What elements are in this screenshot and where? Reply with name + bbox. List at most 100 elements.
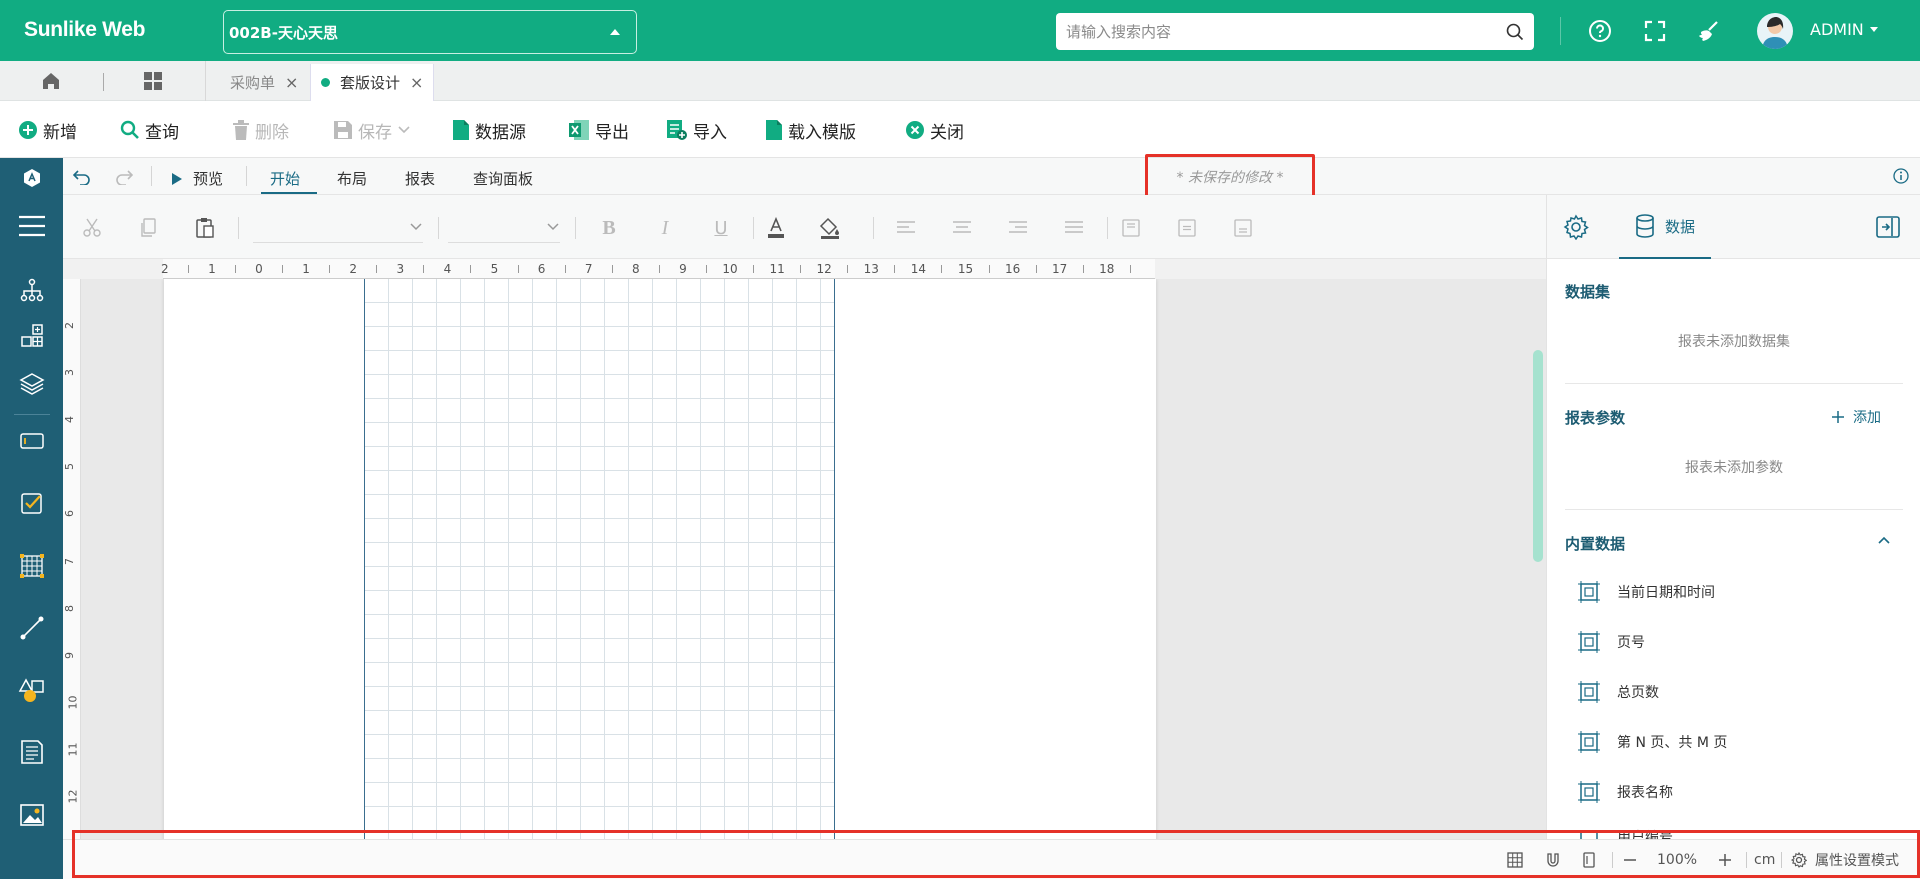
redo-icon[interactable] bbox=[115, 167, 133, 185]
ruler-tick bbox=[658, 265, 660, 273]
table-icon[interactable] bbox=[0, 546, 63, 586]
tab-start[interactable]: 开始 bbox=[270, 168, 300, 189]
font-color-icon[interactable] bbox=[764, 217, 788, 239]
search-box[interactable] bbox=[1056, 13, 1534, 50]
align-left-icon[interactable] bbox=[894, 217, 918, 239]
plus-icon bbox=[1832, 411, 1844, 423]
panel-tabs: 数据 bbox=[1547, 195, 1920, 259]
user-menu[interactable]: ADMIN bbox=[1810, 20, 1878, 39]
design-canvas[interactable] bbox=[81, 279, 1546, 839]
fullscreen-icon[interactable] bbox=[1640, 16, 1670, 46]
builtin-item[interactable]: 报表名称 bbox=[1577, 779, 1673, 805]
builtin-item[interactable]: 总页数 bbox=[1577, 679, 1659, 705]
chevron-up-icon[interactable] bbox=[1877, 535, 1891, 545]
align-justify-icon[interactable] bbox=[1062, 217, 1086, 239]
copy-icon[interactable] bbox=[136, 217, 160, 239]
ruler-tick bbox=[329, 265, 331, 273]
tab-purchase-order[interactable]: 采购单 × bbox=[220, 64, 308, 101]
layers-icon[interactable] bbox=[0, 364, 63, 404]
undo-icon[interactable] bbox=[73, 167, 91, 185]
builtin-item[interactable]: 第 N 页、共 M 页 bbox=[1577, 729, 1727, 755]
vertical-scrollbar[interactable] bbox=[1533, 350, 1543, 562]
builtin-item[interactable]: 页号 bbox=[1577, 629, 1645, 655]
import-button[interactable]: 导入 bbox=[666, 117, 727, 143]
shapes-icon[interactable] bbox=[0, 670, 63, 710]
menu-icon[interactable] bbox=[0, 206, 63, 246]
search-input[interactable] bbox=[1066, 22, 1486, 41]
apps-grid-icon[interactable] bbox=[130, 61, 176, 101]
ruler-label: 3 bbox=[63, 369, 76, 377]
builtin-item[interactable]: 当前日期和时间 bbox=[1577, 579, 1715, 605]
avatar[interactable] bbox=[1757, 13, 1793, 49]
document-icon bbox=[766, 120, 782, 140]
company-selector[interactable]: 002B-天心天思 bbox=[223, 10, 637, 54]
font-family-select[interactable] bbox=[253, 211, 423, 243]
ruler-tick bbox=[470, 265, 472, 273]
datasource-button[interactable]: 数据源 bbox=[452, 117, 526, 143]
divider bbox=[873, 217, 874, 239]
tab-template-design[interactable]: 套版设计 × bbox=[310, 64, 435, 101]
close-icon[interactable]: × bbox=[410, 73, 423, 92]
preview-button[interactable]: 预览 bbox=[171, 168, 223, 189]
tab-report[interactable]: 报表 bbox=[405, 168, 435, 189]
plus-circle-icon bbox=[19, 121, 37, 139]
valign-top-icon[interactable] bbox=[1119, 217, 1143, 239]
ruler-label: 2 bbox=[349, 262, 357, 276]
trash-icon bbox=[233, 120, 249, 140]
valign-middle-icon[interactable] bbox=[1175, 217, 1199, 239]
home-icon[interactable] bbox=[28, 61, 74, 101]
line-icon[interactable] bbox=[0, 608, 63, 648]
image-icon[interactable] bbox=[0, 795, 63, 835]
add-param-button[interactable]: 添加 bbox=[1831, 407, 1881, 427]
hierarchy-icon[interactable] bbox=[0, 270, 63, 310]
ruler-label: 1 bbox=[302, 262, 310, 276]
bold-icon[interactable]: B bbox=[597, 217, 621, 239]
ruler-tick bbox=[234, 265, 236, 273]
clear-cache-icon[interactable] bbox=[1694, 16, 1724, 46]
divider bbox=[14, 414, 50, 415]
ruler-label: 7 bbox=[584, 262, 593, 276]
divider bbox=[103, 73, 104, 91]
collapse-panel-icon[interactable] bbox=[1876, 216, 1900, 238]
close-icon[interactable]: × bbox=[285, 73, 298, 92]
top-bar: Sunlike Web 002B-天心天思 ADMIN bbox=[0, 0, 1920, 61]
designer-menubar: 预览 开始 布局 报表 查询面板 bbox=[63, 158, 1920, 195]
help-icon[interactable] bbox=[1585, 16, 1615, 46]
tab-data[interactable]: 数据 bbox=[1619, 195, 1711, 259]
ruler-tick bbox=[1129, 265, 1131, 273]
close-circle-icon bbox=[906, 121, 924, 139]
gear-icon[interactable] bbox=[1563, 214, 1589, 240]
underline-icon[interactable]: U bbox=[709, 217, 733, 239]
tab-query-panel[interactable]: 查询面板 bbox=[473, 168, 533, 189]
query-button[interactable]: 查询 bbox=[120, 117, 179, 143]
document-icon bbox=[453, 120, 469, 140]
export-button[interactable]: 导出 bbox=[568, 117, 629, 143]
valign-bottom-icon[interactable] bbox=[1231, 217, 1255, 239]
tab-layout[interactable]: 布局 bbox=[337, 168, 367, 189]
info-icon[interactable] bbox=[1893, 168, 1909, 184]
checkbox-icon[interactable] bbox=[0, 483, 63, 523]
builtin-title: 内置数据 bbox=[1565, 535, 1626, 553]
save-button[interactable]: 保存 bbox=[333, 117, 411, 143]
report-grid[interactable] bbox=[364, 279, 835, 839]
delete-button[interactable]: 删除 bbox=[232, 117, 289, 143]
italic-icon[interactable]: I bbox=[653, 217, 677, 239]
new-button[interactable]: 新增 bbox=[18, 117, 77, 143]
params-title: 报表参数 bbox=[1565, 409, 1626, 427]
components-icon[interactable] bbox=[0, 316, 63, 356]
ruler-label: 8 bbox=[631, 262, 640, 276]
datasets-title: 数据集 bbox=[1565, 283, 1611, 301]
font-size-select[interactable] bbox=[448, 211, 560, 243]
ruler-tick bbox=[847, 265, 849, 273]
align-right-icon[interactable] bbox=[1006, 217, 1030, 239]
paste-icon[interactable] bbox=[193, 217, 217, 239]
load-template-button[interactable]: 载入模版 bbox=[765, 117, 856, 143]
document-icon[interactable] bbox=[0, 732, 63, 772]
close-button[interactable]: 关闭 bbox=[905, 117, 964, 143]
search-icon[interactable] bbox=[1506, 23, 1524, 41]
textbox-icon[interactable] bbox=[0, 421, 63, 461]
ruler-label: 14 bbox=[910, 262, 927, 276]
cut-icon[interactable] bbox=[80, 217, 104, 239]
align-center-icon[interactable] bbox=[950, 217, 974, 239]
fill-color-icon[interactable] bbox=[818, 217, 842, 239]
